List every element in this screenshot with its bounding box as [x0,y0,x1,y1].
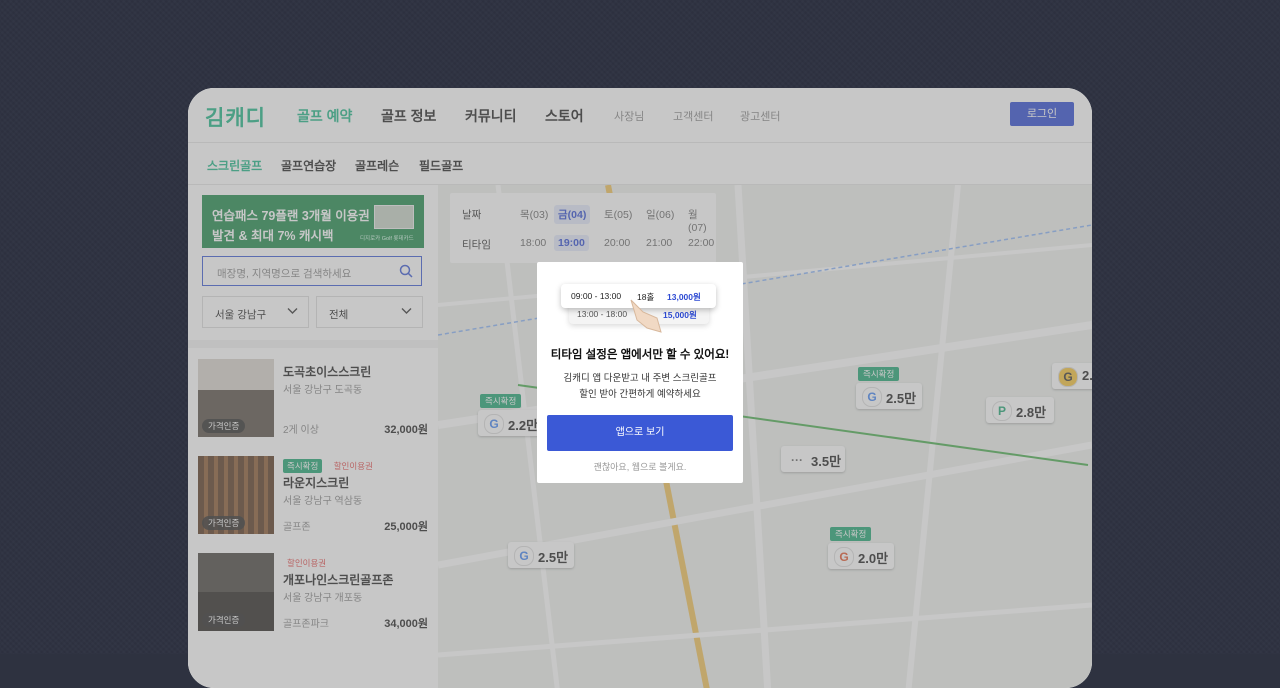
modal-description-line-2: 할인 받아 간편하게 예약하세요 [579,389,701,400]
app-prompt-modal: 13:00 - 18:00 15,000원 09:00 - 13:00 18홀 … [537,262,743,483]
hand-pointer-icon [630,299,662,333]
modal-description-line-1: 김캐디 앱 다운받고 내 주변 스크린골프 [563,373,717,384]
teetime-range: 13:00 - 18:00 [577,309,628,319]
teetime-price: 15,000원 [663,310,697,320]
open-app-button[interactable]: 앱으로 보기 [547,415,733,451]
app-window: 김캐디 골프 예약 골프 정보 커뮤니티 스토어 사장님 고객센터 광고센터 로… [188,88,1092,688]
modal-title: 티타임 설정은 앱에서만 할 수 있어요! [550,349,730,361]
teetime-range: 09:00 - 13:00 [571,291,622,301]
teetime-price: 13,000원 [667,292,701,302]
continue-web-link[interactable]: 괜찮아요, 웹으로 볼게요. [537,460,743,473]
